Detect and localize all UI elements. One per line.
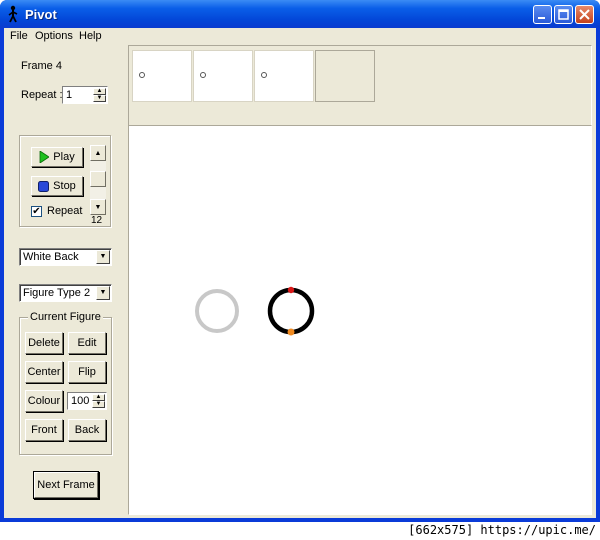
edit-button[interactable]: Edit [68,332,106,354]
minimize-button[interactable] [533,5,552,24]
colour-stepper[interactable]: 100 ▲ ▼ [67,392,107,410]
maximize-button[interactable] [554,5,573,24]
chevron-down-icon[interactable]: ▼ [96,286,110,300]
repeat-label: Repeat : [21,89,63,101]
figure-type-select[interactable]: Figure Type 2 ▼ [19,284,112,302]
back-button[interactable]: Back [68,419,106,441]
colour-label: Colour [27,395,61,407]
current-figure[interactable] [267,287,315,335]
background-select[interactable]: White Back ▼ [19,248,112,266]
frame-thumbnail[interactable] [193,50,253,102]
speed-value: 12 [91,215,103,226]
front-label: Front [31,424,57,436]
colour-value: 100 [71,395,90,407]
front-button[interactable]: Front [25,419,63,441]
next-frame-label: Next Frame [37,479,95,491]
scroll-up-icon[interactable]: ▲ [90,145,106,161]
minimize-icon [538,17,545,19]
colour-button[interactable]: Colour [25,390,63,412]
figure-type-value: Figure Type 2 [23,287,91,299]
repeat-value: 1 [66,89,73,101]
stop-icon [38,180,50,192]
footer-text: [662x575] https://upic.me/ [408,523,596,537]
joint-handle[interactable] [287,328,295,336]
spin-up-icon[interactable]: ▲ [93,88,106,95]
frame-thumbnail[interactable] [254,50,314,102]
background-value: White Back [23,251,79,263]
close-icon [579,9,590,20]
scroll-down-icon[interactable]: ▼ [90,199,106,215]
center-label: Center [27,366,61,378]
ghost-figure [195,289,239,333]
title-bar[interactable]: Pivot [0,0,600,28]
frame-thumbnail-empty[interactable] [315,50,375,102]
spin-down-icon[interactable]: ▼ [93,95,106,102]
menu-file[interactable]: File [10,30,28,42]
menu-options[interactable]: Options [35,30,73,42]
current-figure-legend: Current Figure [28,311,103,323]
current-figure-group: Current Figure Delete Edit Center Flip C… [19,311,112,455]
spin-up-icon[interactable]: ▲ [92,394,105,401]
window-title: Pivot [25,7,57,22]
figure-thumbnail-icon [139,72,145,78]
root-handle[interactable] [287,286,295,294]
spin-down-icon[interactable]: ▼ [92,401,105,408]
canvas-figures [195,286,315,336]
play-button[interactable]: Play [31,147,83,167]
footer-bar: [662x575] https://upic.me/ [0,522,600,540]
scroll-thumb[interactable] [90,171,106,187]
flip-label: Flip [78,366,96,378]
menu-help[interactable]: Help [79,30,102,42]
frame-info-panel: Frame 4 Repeat : 1 ▲ ▼ [8,45,124,121]
back-label: Back [74,424,100,436]
next-frame-button[interactable]: Next Frame [34,472,98,498]
edit-label: Edit [77,337,97,349]
repeat-stepper[interactable]: 1 ▲ ▼ [62,86,108,104]
stickman-icon [8,5,18,23]
chevron-down-icon[interactable]: ▼ [96,250,110,264]
app-window: Pivot File Options Help Frame 4 Repeat :… [0,0,600,522]
figure-thumbnail-icon [261,72,267,78]
maximize-icon [558,9,569,20]
stop-button[interactable]: Stop [31,176,83,196]
frame-number-label: Frame 4 [21,60,62,72]
drawing-canvas[interactable] [128,125,592,515]
repeat-checkbox[interactable]: ✔ [31,206,42,217]
frame-thumbnail[interactable] [132,50,192,102]
stop-label: Stop [53,180,76,192]
menu-bar: File Options Help [4,28,596,44]
frame-strip [128,45,592,129]
figure-thumbnail-icon [200,72,206,78]
center-button[interactable]: Center [25,361,63,383]
client-area: File Options Help Frame 4 Repeat : 1 ▲ ▼ [4,28,596,518]
repeat-checkbox-label: Repeat [47,205,83,217]
close-button[interactable] [575,5,594,24]
play-label: Play [53,151,75,163]
delete-button[interactable]: Delete [25,332,63,354]
checkmark-icon: ✔ [32,206,41,217]
delete-label: Delete [28,337,60,349]
flip-button[interactable]: Flip [68,361,106,383]
playback-group: Play Stop ✔ Repeat ▲ ▼ 12 [19,135,111,227]
speed-scrollbar[interactable]: ▲ ▼ [90,145,106,215]
control-panel: Play Stop ✔ Repeat ▲ ▼ 12 White Back ▼ F… [4,124,124,516]
play-icon [39,151,50,163]
